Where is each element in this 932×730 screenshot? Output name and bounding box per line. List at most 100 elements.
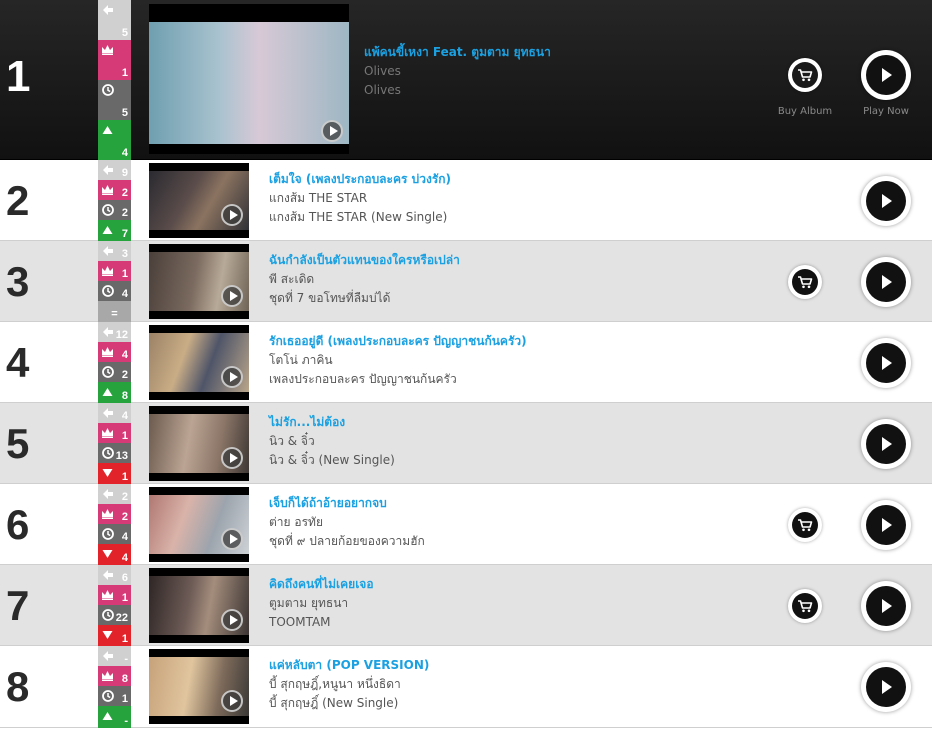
last-week-stat-value: 5 xyxy=(121,27,128,39)
play-now-button[interactable] xyxy=(861,338,911,388)
rank-number: 4 xyxy=(6,339,30,386)
song-info: ฉันกำลังเป็นตัวแทนของใครหรือเปล่า พี สะเด… xyxy=(269,251,460,308)
song-title-link[interactable]: ไม่รัก...ไม่ต้อง xyxy=(269,413,395,432)
album-name[interactable]: แกงส้ม THE STAR (New Single) xyxy=(269,208,451,227)
play-now-button[interactable] xyxy=(861,419,911,469)
arrow-left-icon xyxy=(101,568,114,581)
video-thumbnail[interactable] xyxy=(149,487,249,562)
play-overlay-icon[interactable] xyxy=(221,285,243,307)
chart-row: 2 9 2 2 7 เต็มใจ (เพลงประกอบละคร บ่วงรัก) แกงส… xyxy=(0,160,932,241)
video-thumbnail[interactable] xyxy=(149,406,249,481)
movement-stat-value: 1 xyxy=(121,471,128,483)
rank-number: 6 xyxy=(6,501,30,548)
chart-row: 5 4 1 13 1 ไม่รัก...ไม่ต้อง นิว & จิ๋ว นิว & จิ… xyxy=(0,403,932,484)
play-overlay-icon[interactable] xyxy=(321,120,343,142)
weeks-on-chart-stat: 13 xyxy=(98,443,131,463)
artist-name[interactable]: Olives xyxy=(364,62,551,81)
buy-album-button[interactable] xyxy=(788,58,822,92)
album-name[interactable]: นิว & จิ๋ว (New Single) xyxy=(269,451,395,470)
artist-name[interactable]: ต่าย อรทัย xyxy=(269,513,425,532)
peak-position-stat: 8 xyxy=(98,666,131,686)
chart-row: 7 6 1 22 1 คิดถึงคนที่ไม่เคยเจอ ตูมตาม ยุทธนา T… xyxy=(0,565,932,646)
weeks-on-chart-stat: 4 xyxy=(98,524,131,544)
clock-icon xyxy=(101,527,114,540)
album-name[interactable]: ชุดที่ ๙ ปลายก้อยของความฮัก xyxy=(269,532,425,551)
arrow-left-icon xyxy=(101,406,114,419)
crown-icon xyxy=(101,669,114,682)
play-now-button[interactable] xyxy=(861,50,911,100)
artist-name[interactable]: แกงส้ม THE STAR xyxy=(269,189,451,208)
weeks-on-chart-stat-value: 2 xyxy=(121,207,128,219)
play-now-button[interactable] xyxy=(861,500,911,550)
stats-column: 5 1 5 4 xyxy=(98,0,131,160)
cart-icon xyxy=(792,512,818,538)
song-title-link[interactable]: แพ้คนขี้เหงา Feat. ตูมตาม ยุทธนา xyxy=(364,43,551,62)
peak-position-stat: 1 xyxy=(98,585,131,605)
peak-position-stat: 2 xyxy=(98,504,131,524)
album-name[interactable]: เพลงประกอบละคร ปัญญาชนก้นครัว xyxy=(269,370,527,389)
artist-name[interactable]: ตูมตาม ยุทธนา xyxy=(269,594,374,613)
video-thumbnail[interactable] xyxy=(149,568,249,643)
play-overlay-icon[interactable] xyxy=(221,447,243,469)
stats-column: - 8 1 - xyxy=(98,646,131,728)
stats-column: 6 1 22 1 xyxy=(98,565,131,646)
play-overlay-icon[interactable] xyxy=(221,528,243,550)
buy-album-button[interactable] xyxy=(788,589,822,623)
rank-number: 8 xyxy=(6,663,30,710)
album-name[interactable]: บี้ สุกฤษฎิ์ (New Single) xyxy=(269,694,429,713)
movement-stat-value: - xyxy=(124,715,128,727)
video-thumbnail[interactable] xyxy=(149,4,349,154)
buy-album-button[interactable] xyxy=(788,265,822,299)
movement-stat: 1 xyxy=(98,625,131,646)
movement-stat: 7 xyxy=(98,220,131,241)
song-title-link[interactable]: เจ็บก็ได้ถ้าอ้ายอยากจบ xyxy=(269,494,425,513)
clock-icon xyxy=(101,203,114,216)
artist-name[interactable]: บี้ สุกฤษฎิ์,หนูนา หนึ่งธิดา xyxy=(269,675,429,694)
play-now-label: Play Now xyxy=(863,106,909,117)
peak-position-stat-value: 2 xyxy=(121,511,128,523)
song-title-link[interactable]: เต็มใจ (เพลงประกอบละคร บ่วงรัก) xyxy=(269,170,451,189)
album-name[interactable]: ชุดที่ 7 ขอโทษที่ลืมบ่ได้ xyxy=(269,289,460,308)
arrow-left-icon xyxy=(101,487,114,500)
rank-number: 1 xyxy=(6,52,31,101)
play-now-button[interactable] xyxy=(861,662,911,712)
play-now-button[interactable] xyxy=(861,581,911,631)
song-info: แพ้คนขี้เหงา Feat. ตูมตาม ยุทธนา Olives Ol… xyxy=(364,43,551,100)
movement-stat: 8 xyxy=(98,382,131,403)
song-title-link[interactable]: ฉันกำลังเป็นตัวแทนของใครหรือเปล่า xyxy=(269,251,460,270)
artist-name[interactable]: พี สะเดิด xyxy=(269,270,460,289)
video-thumbnail[interactable] xyxy=(149,325,249,400)
video-thumbnail[interactable] xyxy=(149,163,249,238)
album-name[interactable]: TOOMTAM xyxy=(269,613,374,632)
stats-column: 3 1 4 = xyxy=(98,241,131,322)
stats-column: 2 2 4 4 xyxy=(98,484,131,565)
weeks-on-chart-stat: 22 xyxy=(98,605,131,625)
play-now-button[interactable] xyxy=(861,257,911,307)
buy-album-button[interactable] xyxy=(788,508,822,542)
artist-name[interactable]: โตโน่ ภาคิน xyxy=(269,351,527,370)
play-now-button[interactable] xyxy=(861,176,911,226)
album-name[interactable]: Olives xyxy=(364,81,551,100)
movement-stat: 4 xyxy=(98,544,131,565)
video-thumbnail[interactable] xyxy=(149,244,249,319)
play-overlay-icon[interactable] xyxy=(221,690,243,712)
play-icon xyxy=(866,343,906,383)
last-week-stat-value: 4 xyxy=(121,410,128,422)
rank-number: 3 xyxy=(6,258,30,305)
song-info: รักเธออยู่ดี (เพลงประกอบละคร ปัญญาชนก้นค… xyxy=(269,332,527,389)
crown-icon xyxy=(101,345,114,358)
artist-name[interactable]: นิว & จิ๋ว xyxy=(269,432,395,451)
peak-position-stat: 1 xyxy=(98,423,131,443)
arrow-left-icon xyxy=(101,325,114,338)
song-title-link[interactable]: คิดถึงคนที่ไม่เคยเจอ xyxy=(269,575,374,594)
crown-icon xyxy=(101,264,114,277)
play-overlay-icon[interactable] xyxy=(221,204,243,226)
peak-position-stat-value: 4 xyxy=(121,349,128,361)
video-thumbnail[interactable] xyxy=(149,649,249,724)
song-title-link[interactable]: รักเธออยู่ดี (เพลงประกอบละคร ปัญญาชนก้นค… xyxy=(269,332,527,351)
last-week-stat: 5 xyxy=(98,0,131,40)
song-title-link[interactable]: แค่หลับตา (POP VERSION) xyxy=(269,656,429,675)
play-overlay-icon[interactable] xyxy=(221,609,243,631)
play-icon xyxy=(866,55,906,95)
play-overlay-icon[interactable] xyxy=(221,366,243,388)
